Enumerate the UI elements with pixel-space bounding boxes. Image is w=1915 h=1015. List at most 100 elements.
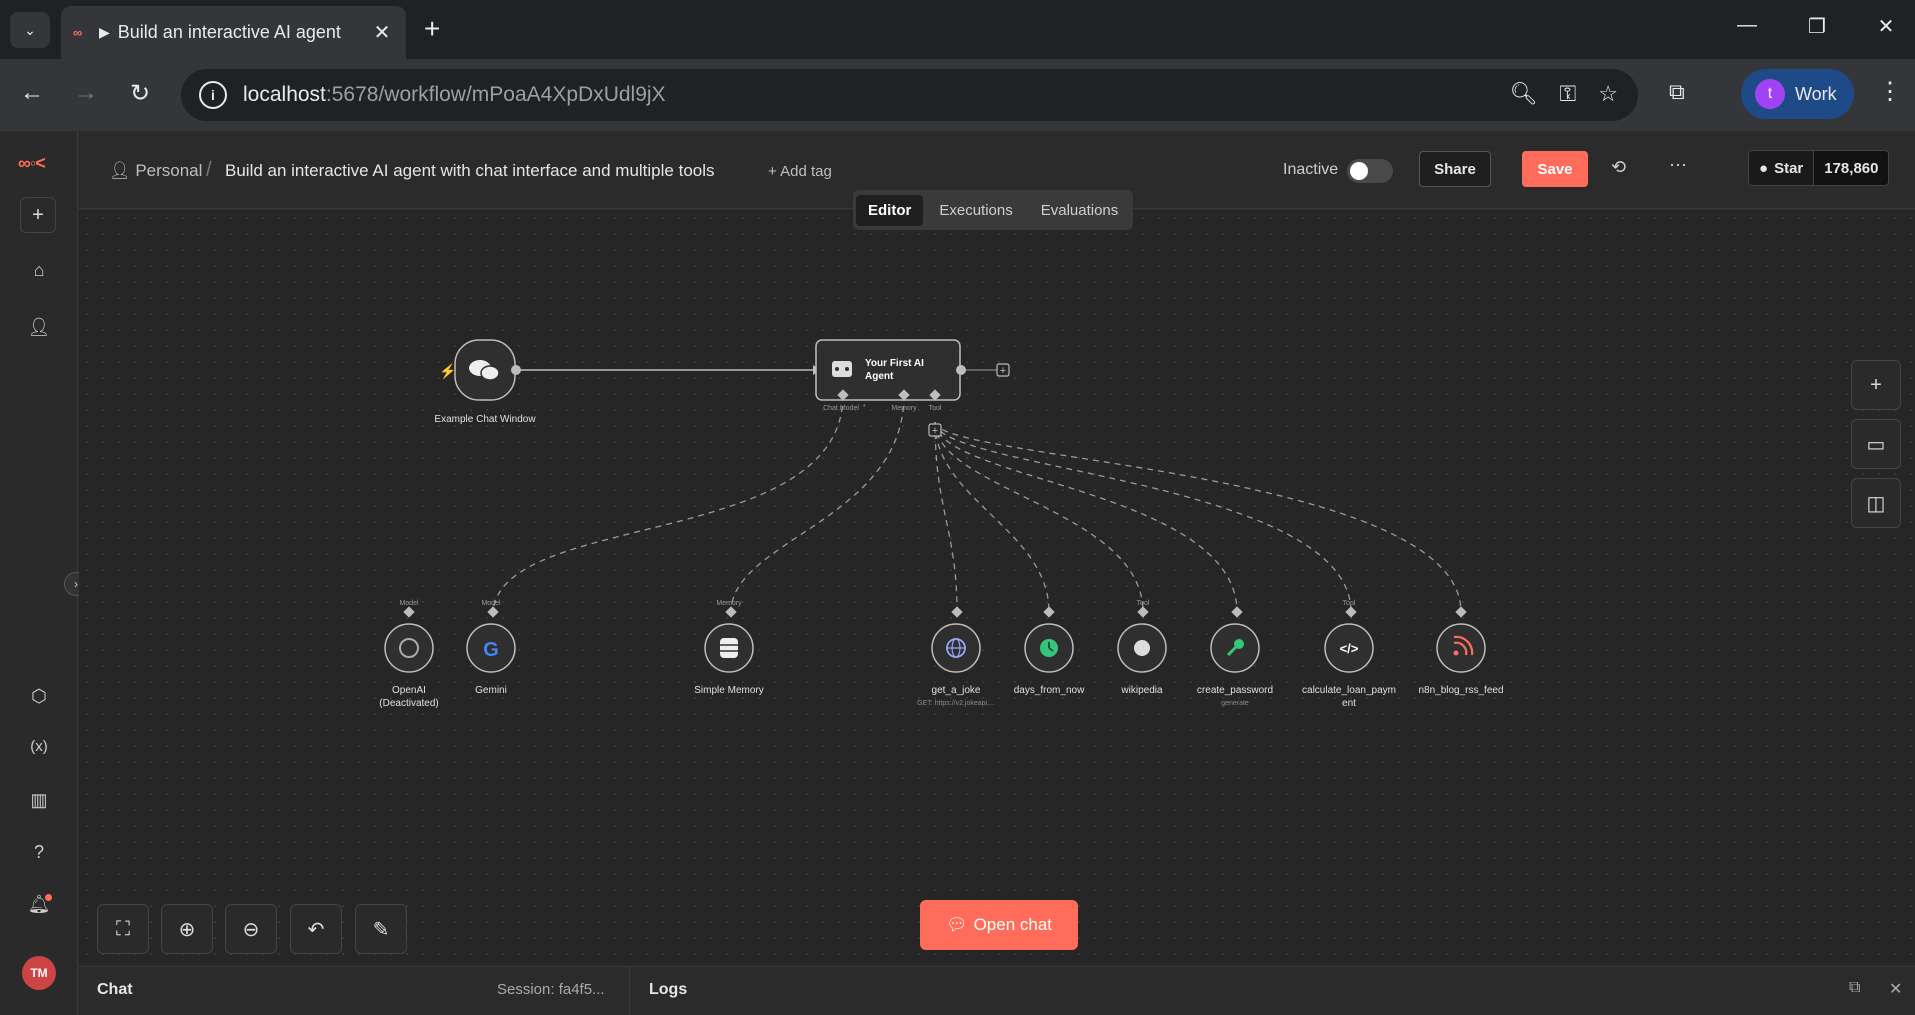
share-button[interactable]: Share (1419, 151, 1491, 187)
sub-connections (492, 394, 1462, 613)
zoom-to-fit-button[interactable]: ⛶ (97, 904, 149, 954)
reload-icon[interactable]: ↻ (122, 79, 158, 108)
bookmark-star-icon[interactable]: ☆ (1598, 81, 1618, 107)
ai-agent-node[interactable]: Your First AI Agent Chat Model * Memory … (815, 339, 966, 412)
popout-icon[interactable]: ⧉ (1849, 979, 1860, 997)
svg-text:Simple Memory: Simple Memory (694, 685, 763, 696)
breadcrumb-personal[interactable]: 👤︎ Personal (109, 161, 202, 181)
code-icon: </> (1340, 641, 1359, 656)
trigger-bolt-icon: ⚡ (439, 363, 456, 380)
svg-text:Model: Model (399, 600, 419, 607)
address-bar[interactable]: i localhost:5678/workflow/mPoaA4XpDxUdl9… (181, 69, 1638, 121)
svg-text:Tool: Tool (1343, 600, 1356, 607)
svg-text:Tool: Tool (929, 405, 942, 412)
wikipedia-node[interactable]: Tool wikipedia (1117, 600, 1167, 696)
svg-text:(Deactivated): (Deactivated) (379, 698, 438, 709)
get-a-joke-node[interactable]: get_a_joke GET: https://v2.jokeapi.... (917, 606, 995, 707)
insights-icon[interactable]: ▥ (24, 790, 54, 820)
notifications-icon[interactable]: 🔔︎ (24, 894, 54, 924)
google-icon: G (483, 639, 499, 661)
zoom-out-button[interactable]: ⊖ (225, 904, 277, 954)
profile-button[interactable]: t Work (1741, 69, 1854, 119)
bottom-panel: Chat Session: fa4f5... Logs ⧉ ✕ (79, 966, 1915, 1015)
chat-panel-label[interactable]: Chat (97, 981, 133, 999)
close-window-icon[interactable]: ✕ (1866, 14, 1906, 39)
add-tag-button[interactable]: + Add tag (768, 163, 832, 180)
github-icon: ● (1759, 159, 1769, 177)
add-node-button[interactable]: + (1851, 360, 1901, 410)
tidy-up-button[interactable]: ✎ (355, 904, 407, 954)
browser-tab-strip: ⌄ ∞ ▶ Build an interactive AI agent ✕ + … (0, 0, 1915, 59)
help-icon[interactable]: ? (24, 842, 54, 872)
back-icon[interactable]: ← (14, 79, 50, 107)
key-icon[interactable]: ⚿ (1560, 81, 1577, 107)
panel-divider (629, 967, 630, 1015)
new-tab-button[interactable]: + (424, 14, 440, 44)
svg-text:Your First AI: Your First AI (865, 358, 924, 369)
home-icon[interactable]: ⌂ (24, 260, 54, 290)
minimize-icon[interactable]: — (1727, 14, 1767, 37)
site-info-icon[interactable]: i (199, 81, 227, 109)
database-icon (720, 638, 738, 658)
svg-text:Memory: Memory (716, 600, 742, 607)
editor-tabs: Editor Executions Evaluations (853, 190, 1134, 230)
close-tab-icon[interactable]: ✕ (370, 20, 394, 45)
url-text[interactable]: localhost:5678/workflow/mPoaA4XpDxUdl9jX (243, 83, 666, 107)
svg-text:Memory: Memory (891, 405, 917, 412)
github-star-label: Star (1774, 159, 1804, 177)
trigger-node[interactable]: ⚡ Example Chat Window (434, 339, 536, 425)
variables-icon[interactable]: (x) (24, 738, 54, 768)
zoom-in-button[interactable]: ⊕ (161, 904, 213, 954)
svg-text:+: + (1000, 365, 1006, 377)
create-password-node[interactable]: create_password generate (1197, 606, 1273, 707)
sidebar: ∞◦< + ⌂ 👤︎ ⬡ (x) ▥ ? 🔔︎ TM (0, 131, 78, 1015)
zoom-icon[interactable]: 🔍︎ (1510, 81, 1538, 107)
undo-button[interactable]: ↶ (290, 904, 342, 954)
days-from-now-node[interactable]: days_from_now (1014, 606, 1085, 696)
svg-text:Model: Model (481, 600, 501, 607)
forward-icon[interactable]: → (68, 79, 104, 107)
save-button[interactable]: Save (1522, 151, 1588, 187)
logs-panel-label[interactable]: Logs (649, 981, 687, 999)
close-panel-icon[interactable]: ✕ (1889, 979, 1902, 999)
history-icon[interactable]: ⟲ (1611, 157, 1626, 178)
more-options-icon[interactable]: ⋯ (1669, 155, 1687, 176)
play-icon: ▶ (99, 24, 110, 40)
restore-icon[interactable]: ❐ (1797, 14, 1837, 39)
rss-icon (1453, 650, 1459, 656)
github-star-button[interactable]: ● Star 178,860 (1748, 150, 1890, 186)
active-toggle[interactable] (1347, 159, 1393, 183)
trigger-label: Example Chat Window (434, 414, 536, 425)
svg-text:ent: ent (1342, 698, 1356, 709)
breadcrumb-separator: / (206, 159, 212, 181)
browser-menu-icon[interactable]: ⋮ (1878, 77, 1902, 106)
profile-avatar: t (1755, 79, 1785, 109)
tab-search-button[interactable]: ⌄ (10, 12, 50, 48)
calculate-loan-payment-node[interactable]: Tool </> calculate_loan_paym ent (1302, 600, 1396, 709)
tab-editor[interactable]: Editor (856, 194, 924, 226)
user-icon[interactable]: 👤︎ (24, 317, 54, 347)
open-chat-button[interactable]: 💬︎ Open chat (920, 900, 1078, 950)
profile-label: Work (1795, 83, 1837, 104)
workflow-canvas[interactable]: + + ⚡ Example Chat Window Your First AI … (79, 210, 1915, 965)
avatar[interactable]: TM (22, 956, 56, 990)
sidebar-add-button[interactable]: + (20, 197, 56, 233)
templates-icon[interactable]: ⬡ (24, 686, 54, 716)
tab-executions[interactable]: Executions (927, 195, 1024, 226)
simple-memory-node[interactable]: Memory Simple Memory (694, 600, 763, 696)
workflow-title[interactable]: Build an interactive AI agent with chat … (225, 161, 715, 181)
openai-node[interactable]: Model OpenAI (Deactivated) (379, 600, 438, 709)
n8n-logo-icon[interactable]: ∞◦< (18, 153, 46, 174)
n8n-app: ∞◦< + ⌂ 👤︎ ⬡ (x) ▥ ? 🔔︎ TM › 👤︎ Personal… (0, 131, 1915, 1015)
toggle-panel-button[interactable]: ◫ (1851, 478, 1901, 528)
extensions-icon[interactable]: ⧉ (1669, 79, 1685, 105)
tab-evaluations[interactable]: Evaluations (1029, 195, 1131, 226)
tab-title: Build an interactive AI agent (117, 22, 341, 42)
sticky-note-button[interactable]: ▭ (1851, 419, 1901, 469)
svg-text:n8n_blog_rss_feed: n8n_blog_rss_feed (1418, 685, 1503, 696)
rss-feed-node[interactable]: n8n_blog_rss_feed (1418, 606, 1504, 696)
wikipedia-icon (1134, 640, 1150, 656)
browser-tab[interactable]: ∞ ▶ Build an interactive AI agent ✕ (61, 6, 406, 59)
svg-text:OpenAI: OpenAI (392, 685, 426, 696)
gemini-node[interactable]: Model G Gemini (466, 600, 516, 696)
